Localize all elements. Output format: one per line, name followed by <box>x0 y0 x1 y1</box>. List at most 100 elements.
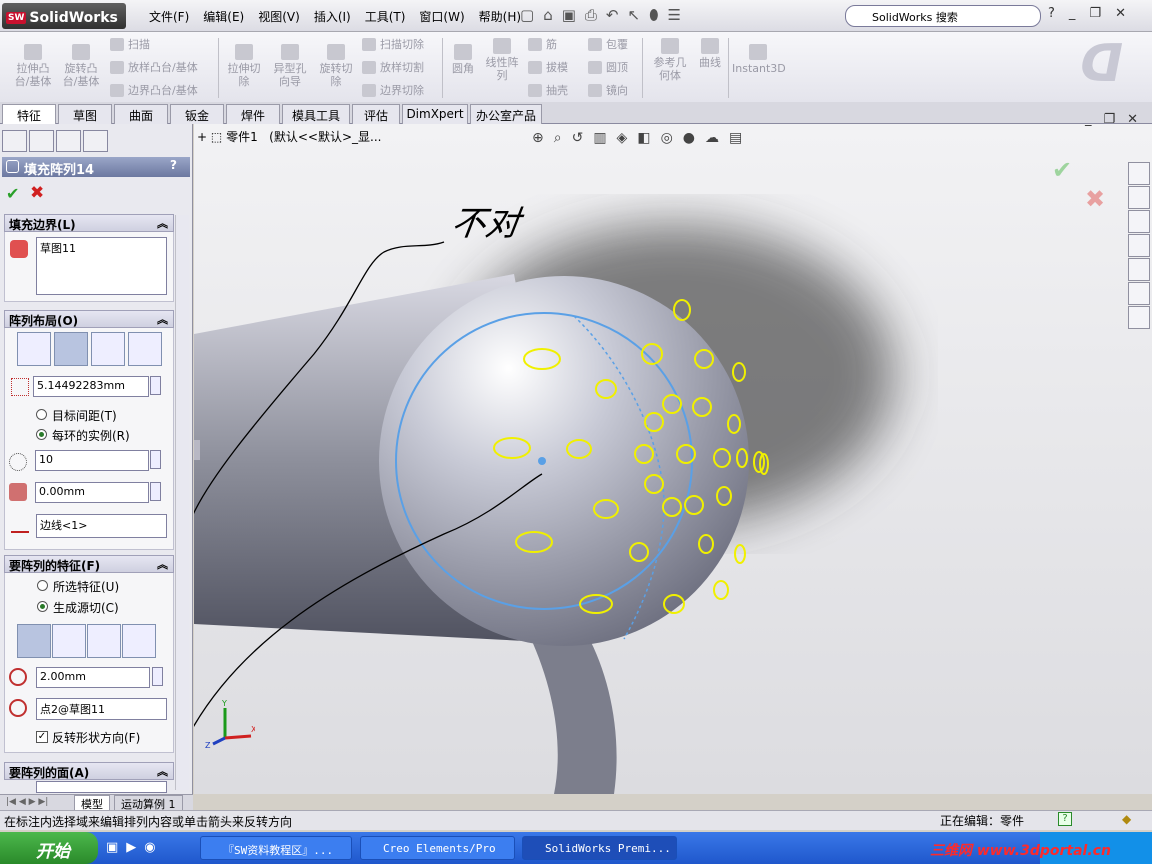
direction-field[interactable]: 边线<1> <box>36 514 167 538</box>
feature-tree-tab-icon[interactable] <box>2 130 27 152</box>
create-seed-cut-radio[interactable] <box>37 601 48 612</box>
lofted-cut-button[interactable]: 放样切割 <box>362 59 424 75</box>
revolve-cut-button[interactable]: 旋转切 除 <box>314 44 358 88</box>
menu-item-4[interactable]: 工具(T) <box>358 8 413 25</box>
spacing-field[interactable]: 5.14492283mm <box>33 376 149 397</box>
dome-button[interactable]: 圆顶 <box>588 59 628 75</box>
diameter-stepper[interactable] <box>152 667 163 686</box>
confirm-cancel-icon[interactable]: ✖ <box>1085 185 1105 213</box>
hole-wizard-button[interactable]: 异型孔 向导 <box>268 44 312 88</box>
revolve-boss-button[interactable]: 旋转凸 台/基体 <box>58 44 104 88</box>
layout-polygon-button[interactable] <box>128 332 162 366</box>
rebuild-icon[interactable]: ⬮ <box>649 6 658 24</box>
appearances-icon[interactable] <box>1128 282 1150 305</box>
layout-square-button[interactable] <box>91 332 125 366</box>
tab-6[interactable]: 评估 <box>352 104 400 124</box>
menu-item-5[interactable]: 窗口(W) <box>412 8 471 25</box>
menu-item-1[interactable]: 编辑(E) <box>196 8 251 25</box>
view-palette-icon[interactable] <box>1128 258 1150 281</box>
pattern-layout-header[interactable]: 阵列布局(O) ︽ <box>4 310 174 328</box>
polygon-shape-button[interactable] <box>122 624 156 658</box>
previous-view-icon[interactable]: ↺ <box>572 130 584 146</box>
margin-stepper[interactable] <box>150 482 161 501</box>
instances-stepper[interactable] <box>150 450 161 469</box>
search-input[interactable]: SolidWorks 搜索 <box>845 5 1041 27</box>
status-tag-icon[interactable]: ◆ <box>1122 812 1131 826</box>
taskbar-item-solidworks[interactable]: SolidWorks Premi... <box>522 836 677 860</box>
tab-4[interactable]: 焊件 <box>226 104 280 124</box>
dimxpert-tab-icon[interactable] <box>83 130 108 152</box>
menu-item-0[interactable]: 文件(F) <box>142 8 196 25</box>
help-icon[interactable]: ? <box>1048 6 1055 21</box>
view-settings-icon[interactable]: ▤ <box>729 130 742 146</box>
save-icon[interactable]: ▣ <box>562 6 576 24</box>
confirm-ok-icon[interactable]: ✔ <box>1052 156 1072 184</box>
extrude-cut-button[interactable]: 拉伸切 除 <box>222 44 266 88</box>
tab-2[interactable]: 曲面 <box>114 104 168 124</box>
mirror-button[interactable]: 镜向 <box>588 82 628 98</box>
status-help-icon[interactable]: ? <box>1058 812 1072 826</box>
extrude-boss-button[interactable]: 拉伸凸 台/基体 <box>10 44 56 88</box>
selected-features-radio[interactable] <box>37 580 48 591</box>
desktop-icon[interactable]: ▣ <box>106 840 118 855</box>
configuration-tab-icon[interactable] <box>56 130 81 152</box>
minimize-button[interactable]: _ <box>1085 112 1092 127</box>
circle-shape-button[interactable] <box>17 624 51 658</box>
instances-field[interactable]: 10 <box>35 450 149 471</box>
design-library-icon[interactable] <box>1128 210 1150 233</box>
view-orientation-icon[interactable]: ◈ <box>617 130 628 146</box>
menu-item-3[interactable]: 插入(I) <box>307 8 358 25</box>
per-ring-radio[interactable] <box>36 429 47 440</box>
resources-icon[interactable] <box>1128 186 1150 209</box>
new-icon[interactable]: ▢ <box>520 6 534 24</box>
ok-button[interactable]: ✔ <box>6 184 19 203</box>
layout-perforation-button[interactable] <box>17 332 51 366</box>
vertex-field[interactable]: 点2@草图11 <box>36 698 167 720</box>
close-button[interactable]: ✕ <box>1127 112 1138 127</box>
media-icon[interactable]: ▶ <box>126 840 136 855</box>
tab-7[interactable]: DimXpert <box>402 104 468 124</box>
browser-icon[interactable]: ◉ <box>144 840 155 855</box>
diameter-field[interactable]: 2.00mm <box>36 667 150 688</box>
zoom-fit-icon[interactable]: ⊕ <box>532 130 544 146</box>
boundary-selection-list[interactable]: 草图11 <box>36 237 167 295</box>
features-to-pattern-header[interactable]: 要阵列的特征(F) ︽ <box>4 555 174 573</box>
sweep-button[interactable]: 扫描 <box>110 36 150 52</box>
help-button[interactable]: ? <box>170 158 177 172</box>
shell-button[interactable]: 抽壳 <box>528 82 568 98</box>
select-icon[interactable]: ↖ <box>628 6 641 24</box>
minimize-button[interactable]: _ <box>1069 6 1076 21</box>
panel-scrollbar[interactable] <box>175 215 189 790</box>
fillet-button[interactable]: 圆角 <box>446 44 480 75</box>
start-button[interactable]: 开始 <box>0 832 98 864</box>
hide-show-icon[interactable]: ◎ <box>661 130 673 146</box>
instant3d-button[interactable]: Instant3D <box>732 44 786 75</box>
panel-collapse-handle[interactable] <box>194 440 200 460</box>
target-spacing-radio[interactable] <box>36 409 47 420</box>
display-style-icon[interactable]: ◧ <box>637 130 650 146</box>
cancel-button[interactable]: ✖ <box>30 183 44 203</box>
tab-3[interactable]: 钣金 <box>170 104 224 124</box>
diamond-shape-button[interactable] <box>87 624 121 658</box>
boundary-boss-button[interactable]: 边界凸台/基体 <box>110 82 198 98</box>
open-icon[interactable]: ⌂ <box>543 6 553 24</box>
graphics-area[interactable] <box>194 124 1152 794</box>
apply-scene-icon[interactable]: ☁ <box>705 130 719 146</box>
taskbar-item-browser[interactable]: 『SW资料教程区』... <box>200 836 352 860</box>
square-shape-button[interactable] <box>52 624 86 658</box>
tab-8[interactable]: 办公室产品 <box>470 104 542 124</box>
file-explorer-icon[interactable] <box>1128 234 1150 257</box>
home-icon[interactable] <box>1128 162 1150 185</box>
spacing-stepper[interactable] <box>150 376 161 395</box>
tab-0[interactable]: 特征 <box>2 104 56 124</box>
layout-circular-button[interactable] <box>54 332 88 366</box>
print-icon[interactable]: ⎙ <box>585 6 597 24</box>
feature-tree-flyout[interactable]: + ⬚ 零件1 (默认<<默认>_显... <box>197 128 381 145</box>
fill-boundary-header[interactable]: 填充边界(L) ︽ <box>4 214 174 232</box>
loft-button[interactable]: 放样凸台/基体 <box>110 59 198 75</box>
draft-button[interactable]: 拔模 <box>528 59 568 75</box>
wrap-button[interactable]: 包覆 <box>588 36 628 52</box>
reference-geometry-button[interactable]: 参考几 何体 <box>648 38 692 82</box>
swept-cut-button[interactable]: 扫描切除 <box>362 36 424 52</box>
undo-icon[interactable]: ↶ <box>606 6 619 24</box>
